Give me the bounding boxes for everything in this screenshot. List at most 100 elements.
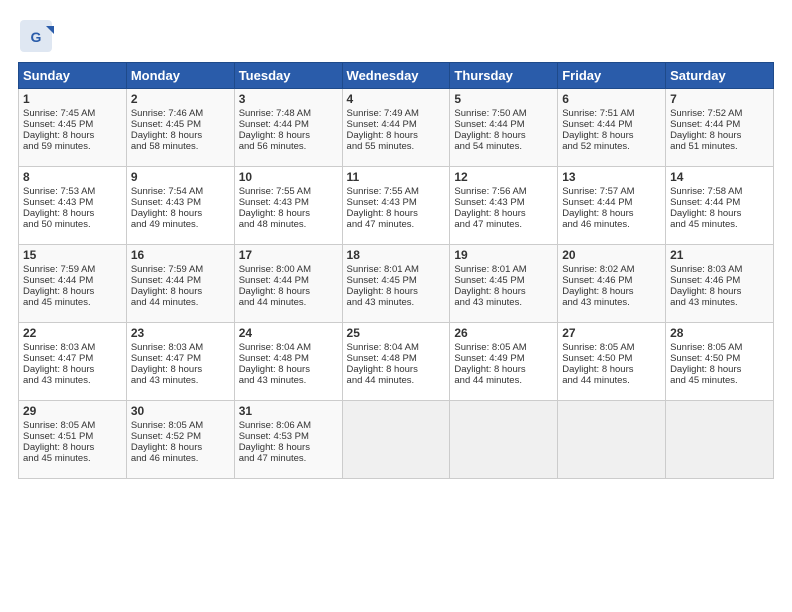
day-info-line: and 47 minutes. xyxy=(454,219,553,230)
weekday-monday: Monday xyxy=(126,63,234,89)
day-info-line: Sunrise: 7:54 AM xyxy=(131,186,230,197)
day-info-line: Sunrise: 7:59 AM xyxy=(131,264,230,275)
day-info-line: Daylight: 8 hours xyxy=(23,208,122,219)
day-info-line: Sunrise: 8:01 AM xyxy=(454,264,553,275)
day-info-line: Sunset: 4:50 PM xyxy=(562,353,661,364)
weekday-wednesday: Wednesday xyxy=(342,63,450,89)
day-number: 13 xyxy=(562,170,661,184)
weekday-sunday: Sunday xyxy=(19,63,127,89)
calendar-cell: 26Sunrise: 8:05 AMSunset: 4:49 PMDayligh… xyxy=(450,323,558,401)
calendar-cell: 9Sunrise: 7:54 AMSunset: 4:43 PMDaylight… xyxy=(126,167,234,245)
day-info-line: and 46 minutes. xyxy=(131,453,230,464)
day-info-line: Sunrise: 7:55 AM xyxy=(347,186,446,197)
day-info-line: and 50 minutes. xyxy=(23,219,122,230)
day-info-line: Sunrise: 8:05 AM xyxy=(131,420,230,431)
day-info-line: and 45 minutes. xyxy=(23,297,122,308)
day-info-line: Sunrise: 7:59 AM xyxy=(23,264,122,275)
calendar-cell: 3Sunrise: 7:48 AMSunset: 4:44 PMDaylight… xyxy=(234,89,342,167)
day-info-line: Sunset: 4:43 PM xyxy=(23,197,122,208)
week-row-4: 22Sunrise: 8:03 AMSunset: 4:47 PMDayligh… xyxy=(19,323,774,401)
day-info-line: Sunrise: 7:50 AM xyxy=(454,108,553,119)
day-info-line: and 55 minutes. xyxy=(347,141,446,152)
day-info-line: Sunrise: 8:03 AM xyxy=(131,342,230,353)
calendar-cell: 20Sunrise: 8:02 AMSunset: 4:46 PMDayligh… xyxy=(558,245,666,323)
day-info-line: Daylight: 8 hours xyxy=(347,364,446,375)
calendar-cell: 27Sunrise: 8:05 AMSunset: 4:50 PMDayligh… xyxy=(558,323,666,401)
day-info-line: Daylight: 8 hours xyxy=(23,442,122,453)
calendar-body: 1Sunrise: 7:45 AMSunset: 4:45 PMDaylight… xyxy=(19,89,774,479)
day-info-line: and 43 minutes. xyxy=(131,375,230,386)
day-info-line: Sunrise: 7:55 AM xyxy=(239,186,338,197)
day-info-line: Sunrise: 7:56 AM xyxy=(454,186,553,197)
day-info-line: Daylight: 8 hours xyxy=(454,208,553,219)
day-info-line: Daylight: 8 hours xyxy=(454,364,553,375)
day-info-line: Daylight: 8 hours xyxy=(23,130,122,141)
day-info-line: Daylight: 8 hours xyxy=(23,364,122,375)
day-info-line: and 43 minutes. xyxy=(562,297,661,308)
day-number: 16 xyxy=(131,248,230,262)
day-info-line: and 58 minutes. xyxy=(131,141,230,152)
day-info-line: and 43 minutes. xyxy=(239,375,338,386)
day-number: 31 xyxy=(239,404,338,418)
calendar-container: G SundayMondayTuesdayWednesdayThursdayFr… xyxy=(0,0,792,489)
day-number: 22 xyxy=(23,326,122,340)
calendar-cell: 15Sunrise: 7:59 AMSunset: 4:44 PMDayligh… xyxy=(19,245,127,323)
weekday-header-row: SundayMondayTuesdayWednesdayThursdayFrid… xyxy=(19,63,774,89)
day-info-line: Sunset: 4:52 PM xyxy=(131,431,230,442)
week-row-5: 29Sunrise: 8:05 AMSunset: 4:51 PMDayligh… xyxy=(19,401,774,479)
calendar-cell: 28Sunrise: 8:05 AMSunset: 4:50 PMDayligh… xyxy=(666,323,774,401)
day-info-line: and 43 minutes. xyxy=(23,375,122,386)
day-info-line: Daylight: 8 hours xyxy=(239,130,338,141)
day-number: 12 xyxy=(454,170,553,184)
day-info-line: Daylight: 8 hours xyxy=(131,442,230,453)
day-info-line: and 47 minutes. xyxy=(347,219,446,230)
week-row-2: 8Sunrise: 7:53 AMSunset: 4:43 PMDaylight… xyxy=(19,167,774,245)
day-info-line: Sunrise: 7:46 AM xyxy=(131,108,230,119)
day-info-line: Sunset: 4:45 PM xyxy=(131,119,230,130)
day-info-line: Sunrise: 8:06 AM xyxy=(239,420,338,431)
calendar-cell xyxy=(342,401,450,479)
day-info-line: Sunset: 4:46 PM xyxy=(670,275,769,286)
day-info-line: and 59 minutes. xyxy=(23,141,122,152)
day-info-line: and 43 minutes. xyxy=(347,297,446,308)
svg-text:G: G xyxy=(31,29,42,45)
calendar-cell: 13Sunrise: 7:57 AMSunset: 4:44 PMDayligh… xyxy=(558,167,666,245)
week-row-3: 15Sunrise: 7:59 AMSunset: 4:44 PMDayligh… xyxy=(19,245,774,323)
day-info-line: Sunset: 4:44 PM xyxy=(239,119,338,130)
day-info-line: Daylight: 8 hours xyxy=(347,286,446,297)
calendar-cell xyxy=(450,401,558,479)
day-info-line: Sunset: 4:44 PM xyxy=(347,119,446,130)
day-info-line: Sunrise: 7:57 AM xyxy=(562,186,661,197)
day-info-line: and 52 minutes. xyxy=(562,141,661,152)
day-info-line: Sunrise: 8:03 AM xyxy=(23,342,122,353)
day-info-line: Daylight: 8 hours xyxy=(670,130,769,141)
calendar-cell: 17Sunrise: 8:00 AMSunset: 4:44 PMDayligh… xyxy=(234,245,342,323)
day-info-line: Sunset: 4:46 PM xyxy=(562,275,661,286)
day-info-line: Sunrise: 7:45 AM xyxy=(23,108,122,119)
day-info-line: Sunrise: 8:05 AM xyxy=(562,342,661,353)
day-info-line: Daylight: 8 hours xyxy=(131,286,230,297)
calendar-cell: 2Sunrise: 7:46 AMSunset: 4:45 PMDaylight… xyxy=(126,89,234,167)
day-number: 7 xyxy=(670,92,769,106)
day-info-line: Daylight: 8 hours xyxy=(131,364,230,375)
day-info-line: Sunset: 4:43 PM xyxy=(347,197,446,208)
day-info-line: Sunrise: 7:58 AM xyxy=(670,186,769,197)
calendar-cell: 19Sunrise: 8:01 AMSunset: 4:45 PMDayligh… xyxy=(450,245,558,323)
day-info-line: and 56 minutes. xyxy=(239,141,338,152)
day-info-line: Daylight: 8 hours xyxy=(562,208,661,219)
calendar-cell: 31Sunrise: 8:06 AMSunset: 4:53 PMDayligh… xyxy=(234,401,342,479)
calendar-cell: 21Sunrise: 8:03 AMSunset: 4:46 PMDayligh… xyxy=(666,245,774,323)
day-number: 30 xyxy=(131,404,230,418)
day-info-line: Daylight: 8 hours xyxy=(131,208,230,219)
day-info-line: Sunset: 4:44 PM xyxy=(131,275,230,286)
day-info-line: Sunrise: 8:03 AM xyxy=(670,264,769,275)
day-info-line: Daylight: 8 hours xyxy=(562,364,661,375)
day-number: 3 xyxy=(239,92,338,106)
calendar-cell: 16 Sunrise: 7:59 AMSunset: 4:44 PMDayligh… xyxy=(126,245,234,323)
day-info-line: Sunset: 4:47 PM xyxy=(131,353,230,364)
calendar-cell xyxy=(558,401,666,479)
day-info-line: Sunset: 4:50 PM xyxy=(670,353,769,364)
calendar-cell: 29Sunrise: 8:05 AMSunset: 4:51 PMDayligh… xyxy=(19,401,127,479)
calendar-header: G xyxy=(18,18,774,54)
day-info-line: and 54 minutes. xyxy=(454,141,553,152)
